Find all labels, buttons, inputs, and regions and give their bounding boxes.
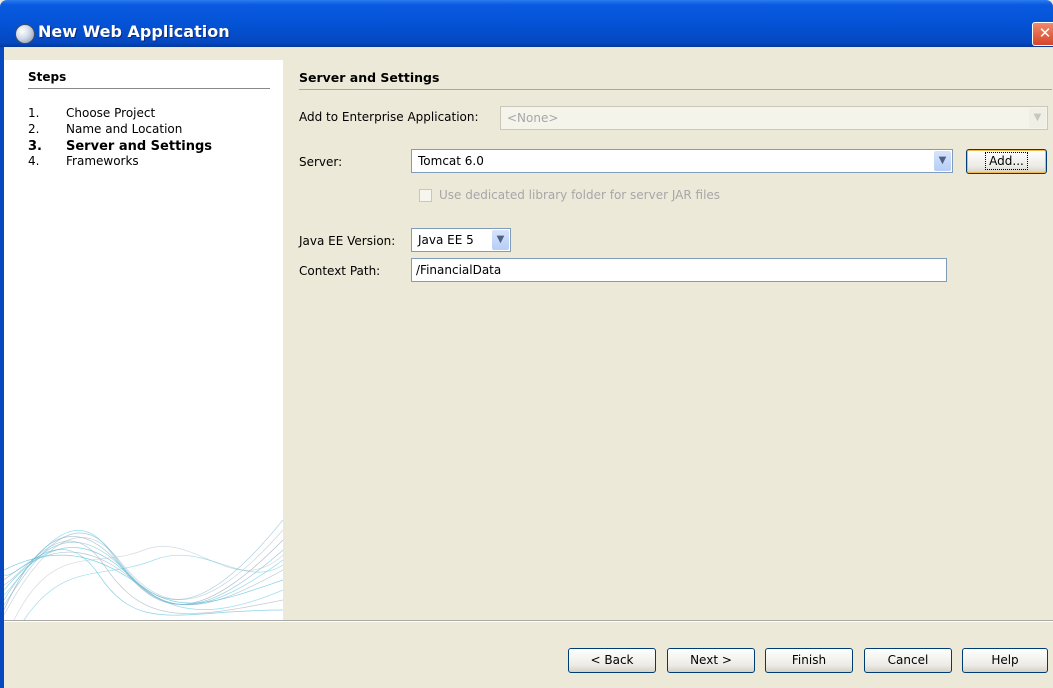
close-button[interactable]: ✕ bbox=[1032, 22, 1053, 46]
step-number: 2. bbox=[28, 122, 40, 136]
chevron-down-icon: ▼ bbox=[492, 230, 509, 250]
chevron-down-icon: ▼ bbox=[1029, 108, 1046, 128]
cancel-button[interactable]: Cancel bbox=[864, 648, 952, 673]
footer-divider-highlight bbox=[4, 621, 1053, 622]
back-button[interactable]: < Back bbox=[568, 648, 656, 673]
dialog-window: New Web Application ✕ Steps 1. Choose Pro… bbox=[0, 0, 1053, 688]
server-combo[interactable]: Tomcat 6.0 ▼ bbox=[411, 149, 953, 173]
main-panel: Server and Settings Add to Enterprise Ap… bbox=[298, 60, 1053, 620]
netbeans-globe-icon bbox=[15, 24, 35, 44]
step-label: Server and Settings bbox=[66, 139, 213, 154]
enterprise-app-label: Add to Enterprise Application: bbox=[299, 110, 479, 124]
steps-title: Steps bbox=[28, 70, 67, 84]
step-number: 1. bbox=[28, 106, 40, 120]
next-button[interactable]: Next > bbox=[667, 648, 755, 673]
javaee-version-combo[interactable]: Java EE 5 ▼ bbox=[411, 228, 511, 252]
chevron-down-icon: ▼ bbox=[934, 151, 951, 171]
panel-title: Server and Settings bbox=[299, 70, 440, 85]
javaee-version-value: Java EE 5 bbox=[418, 233, 474, 247]
step-number: 4. bbox=[28, 154, 40, 168]
step-label: Frameworks bbox=[66, 154, 139, 168]
add-server-label: Add... bbox=[985, 152, 1028, 170]
finish-button[interactable]: Finish bbox=[765, 648, 853, 673]
steps-panel: Steps 1. Choose Project 2. Name and Locati… bbox=[4, 60, 283, 620]
dedicated-library-label: Use dedicated library folder for server … bbox=[439, 188, 721, 202]
enterprise-app-combo[interactable]: <None> ▼ bbox=[500, 106, 1048, 130]
title-bar[interactable]: New Web Application ✕ bbox=[0, 0, 1053, 47]
server-label: Server: bbox=[299, 155, 343, 169]
wave-decoration-image bbox=[4, 519, 283, 620]
step-item-4: 4. Frameworks bbox=[28, 153, 212, 172]
help-button[interactable]: Help bbox=[962, 648, 1048, 673]
context-path-input[interactable]: /FinancialData bbox=[411, 258, 947, 282]
dedicated-library-checkbox[interactable] bbox=[419, 189, 432, 202]
enterprise-app-value: <None> bbox=[507, 111, 559, 125]
panel-divider bbox=[299, 89, 1052, 90]
context-path-label: Context Path: bbox=[299, 264, 381, 278]
add-server-button[interactable]: Add... bbox=[966, 149, 1047, 174]
step-label: Name and Location bbox=[66, 122, 183, 136]
context-path-value: /FinancialData bbox=[416, 263, 502, 277]
step-label: Choose Project bbox=[66, 106, 156, 120]
steps-divider bbox=[28, 88, 270, 89]
server-value: Tomcat 6.0 bbox=[418, 154, 484, 168]
steps-list: 1. Choose Project 2. Name and Location 3. S… bbox=[28, 105, 212, 172]
window-title: New Web Application bbox=[38, 22, 230, 41]
javaee-version-label: Java EE Version: bbox=[299, 234, 396, 248]
